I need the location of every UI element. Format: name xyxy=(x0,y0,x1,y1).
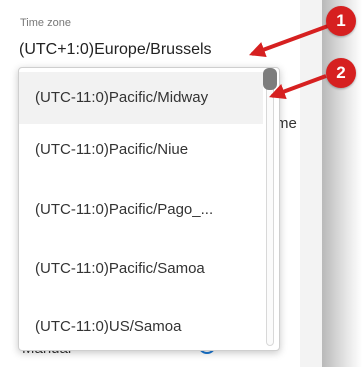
callout-badge-1: 1 xyxy=(326,6,356,36)
callout-1-arrow xyxy=(248,24,329,58)
annotation-arrows xyxy=(248,24,329,100)
callout-badge-2: 2 xyxy=(326,58,356,88)
callout-2-arrow xyxy=(268,74,327,100)
